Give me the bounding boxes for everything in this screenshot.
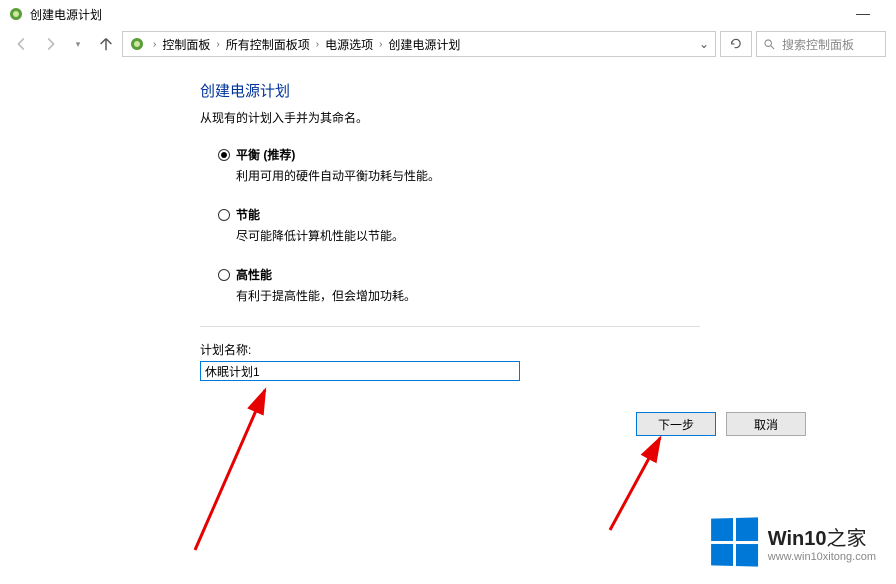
chevron-right-icon: › [314,39,321,50]
option-description: 利用可用的硬件自动平衡功耗与性能。 [236,167,896,184]
option-description: 有利于提高性能，但会增加功耗。 [236,287,896,304]
address-dropdown[interactable]: ⌄ [699,37,709,51]
radio-button[interactable] [218,209,230,221]
watermark-brand: Win10之家 [768,522,876,551]
next-button[interactable]: 下一步 [636,412,716,436]
radio-button[interactable] [218,149,230,161]
refresh-button[interactable] [720,31,752,57]
option-label: 高性能 [236,266,272,283]
chevron-right-icon: › [214,39,221,50]
annotation-arrow [170,380,290,560]
search-input[interactable]: 搜索控制面板 [756,31,886,57]
app-icon [8,6,24,22]
page-heading: 创建电源计划 [200,80,896,101]
divider [200,326,700,327]
option-powersaver[interactable]: 节能 尽可能降低计算机性能以节能。 [218,206,896,244]
cancel-button[interactable]: 取消 [726,412,806,436]
breadcrumb-item[interactable]: 所有控制面板项 [224,36,312,53]
plan-name-input[interactable] [200,361,520,381]
title-bar: 创建电源计划 — [0,0,896,28]
plan-options: 平衡 (推荐) 利用可用的硬件自动平衡功耗与性能。 节能 尽可能降低计算机性能以… [218,146,896,304]
chevron-right-icon: › [151,39,158,50]
plan-name-label: 计划名称: [200,341,896,358]
breadcrumb-item[interactable]: 电源选项 [323,36,375,53]
annotation-arrow [590,430,690,550]
content-area: 创建电源计划 从现有的计划入手并为其命名。 平衡 (推荐) 利用可用的硬件自动平… [0,60,896,381]
button-row: 下一步 取消 [636,412,806,436]
radio-button[interactable] [218,269,230,281]
watermark-url: www.win10xitong.com [768,551,876,563]
page-subheading: 从现有的计划入手并为其命名。 [200,109,896,126]
option-balanced[interactable]: 平衡 (推荐) 利用可用的硬件自动平衡功耗与性能。 [218,146,896,184]
breadcrumb-item[interactable]: 控制面板 [160,36,212,53]
forward-button[interactable] [38,32,62,56]
option-label: 平衡 (推荐) [236,146,295,163]
windows-logo-icon [711,517,758,566]
recent-dropdown[interactable]: ▾ [66,32,90,56]
watermark: Win10之家 www.win10xitong.com [710,518,876,566]
minimize-button[interactable]: — [856,5,870,21]
option-description: 尽可能降低计算机性能以节能。 [236,227,896,244]
breadcrumb-item[interactable]: 创建电源计划 [386,36,462,53]
option-label: 节能 [236,206,260,223]
nav-bar: ▾ › 控制面板 › 所有控制面板项 › 电源选项 › 创建电源计划 ⌄ 搜索控… [0,28,896,60]
window-title: 创建电源计划 [30,6,102,23]
option-highperf[interactable]: 高性能 有利于提高性能，但会增加功耗。 [218,266,896,304]
back-button[interactable] [10,32,34,56]
search-placeholder: 搜索控制面板 [782,36,854,53]
chevron-right-icon: › [377,39,384,50]
breadcrumb[interactable]: › 控制面板 › 所有控制面板项 › 电源选项 › 创建电源计划 ⌄ [122,31,716,57]
plan-name-section: 计划名称: [200,341,896,381]
up-button[interactable] [94,32,118,56]
control-panel-icon [129,36,145,52]
search-icon [763,38,776,51]
